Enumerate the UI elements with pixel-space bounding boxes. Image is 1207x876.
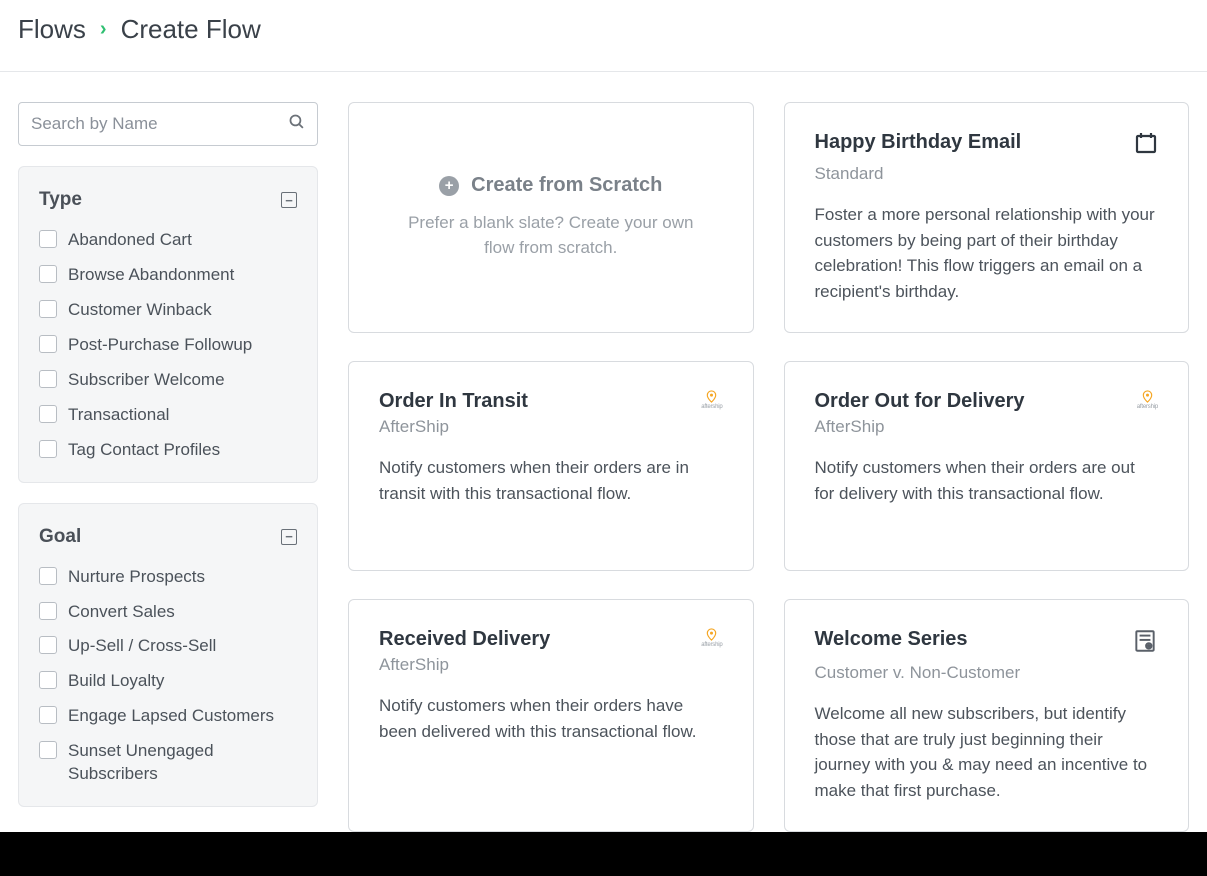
search-icon[interactable] [288, 113, 305, 135]
filter-item[interactable]: Tag Contact Profiles [39, 439, 297, 462]
scratch-title-text: Create from Scratch [471, 174, 662, 197]
document-icon [1132, 628, 1158, 659]
checkbox[interactable] [39, 636, 57, 654]
filter-header-type: Type − [39, 189, 297, 211]
filter-item[interactable]: Convert Sales [39, 601, 297, 624]
flow-template-card[interactable]: Order In Transit aftership AfterShip Notify… [348, 361, 754, 571]
card-description: Foster a more personal relationship with… [815, 202, 1159, 304]
filter-label: Nurture Prospects [68, 566, 205, 589]
plus-circle-icon: + [439, 176, 459, 196]
filter-label: Browse Abandonment [68, 264, 234, 287]
filter-item[interactable]: Customer Winback [39, 299, 297, 322]
filter-title: Type [39, 189, 82, 211]
breadcrumb: Flows › Create Flow [18, 14, 1189, 45]
filter-item[interactable]: Browse Abandonment [39, 264, 297, 287]
filter-label: Sunset Unengaged Subscribers [68, 740, 297, 786]
calendar-icon [1134, 131, 1158, 160]
checkbox[interactable] [39, 265, 57, 283]
filter-label: Subscriber Welcome [68, 369, 225, 392]
checkbox[interactable] [39, 706, 57, 724]
checkbox[interactable] [39, 300, 57, 318]
filter-item[interactable]: Sunset Unengaged Subscribers [39, 740, 297, 786]
checkbox[interactable] [39, 602, 57, 620]
filter-item[interactable]: Post-Purchase Followup [39, 334, 297, 357]
sidebar: Type − Abandoned Cart Browse Abandonment C… [18, 102, 318, 827]
card-title: Order Out for Delivery [815, 390, 1025, 413]
checkbox[interactable] [39, 671, 57, 689]
aftership-icon: aftership [1137, 390, 1158, 410]
checkbox[interactable] [39, 370, 57, 388]
chevron-right-icon: › [100, 18, 107, 41]
filter-item[interactable]: Subscriber Welcome [39, 369, 297, 392]
scratch-description: Prefer a blank slate? Create your own fl… [406, 211, 696, 260]
create-from-scratch-card[interactable]: + Create from Scratch Prefer a blank sla… [348, 102, 754, 333]
filter-label: Transactional [68, 404, 169, 427]
filter-label: Post-Purchase Followup [68, 334, 252, 357]
card-description: Welcome all new subscribers, but identif… [815, 701, 1159, 803]
filter-label: Build Loyalty [68, 670, 164, 693]
card-title: Happy Birthday Email [815, 131, 1022, 154]
filter-group-type: Type − Abandoned Cart Browse Abandonment C… [18, 166, 318, 483]
filter-title: Goal [39, 526, 81, 548]
checkbox[interactable] [39, 567, 57, 585]
flow-template-card[interactable]: Received Delivery aftership AfterShip Notif… [348, 599, 754, 832]
aftership-icon: aftership [701, 390, 722, 410]
card-subtitle: AfterShip [379, 655, 723, 675]
filter-label: Convert Sales [68, 601, 175, 624]
checkbox[interactable] [39, 335, 57, 353]
card-description: Notify customers when their orders are i… [379, 455, 723, 506]
checkbox[interactable] [39, 741, 57, 759]
page-header: Flows › Create Flow [0, 0, 1207, 72]
card-subtitle: Standard [815, 164, 1159, 184]
filter-label: Customer Winback [68, 299, 212, 322]
filter-group-goal: Goal − Nurture Prospects Convert Sales Up-… [18, 503, 318, 808]
breadcrumb-root[interactable]: Flows [18, 14, 86, 45]
filter-header-goal: Goal − [39, 526, 297, 548]
main-content: Type − Abandoned Cart Browse Abandonment C… [0, 72, 1207, 832]
filter-item[interactable]: Nurture Prospects [39, 566, 297, 589]
template-grid: + Create from Scratch Prefer a blank sla… [348, 102, 1189, 832]
card-subtitle: AfterShip [815, 417, 1159, 437]
card-subtitle: AfterShip [379, 417, 723, 437]
filter-item[interactable]: Build Loyalty [39, 670, 297, 693]
filter-item[interactable]: Engage Lapsed Customers [39, 705, 297, 728]
breadcrumb-current: Create Flow [121, 14, 261, 45]
flow-template-card[interactable]: Happy Birthday Email Standard Foster a mor… [784, 102, 1190, 333]
flow-template-card[interactable]: Welcome Series Customer v. Non-Customer We… [784, 599, 1190, 832]
filter-label: Engage Lapsed Customers [68, 705, 274, 728]
filter-item[interactable]: Abandoned Cart [39, 229, 297, 252]
card-description: Notify customers when their orders have … [379, 693, 723, 744]
card-title: Order In Transit [379, 390, 528, 413]
card-subtitle: Customer v. Non-Customer [815, 663, 1159, 683]
checkbox[interactable] [39, 230, 57, 248]
bottom-band [0, 832, 1207, 876]
filter-label: Up-Sell / Cross-Sell [68, 635, 216, 658]
search-box[interactable] [18, 102, 318, 146]
checkbox[interactable] [39, 440, 57, 458]
card-title: Welcome Series [815, 628, 968, 651]
search-input[interactable] [31, 114, 288, 134]
filter-label: Abandoned Cart [68, 229, 192, 252]
card-title: Received Delivery [379, 628, 550, 651]
filter-item[interactable]: Up-Sell / Cross-Sell [39, 635, 297, 658]
checkbox[interactable] [39, 405, 57, 423]
filter-label: Tag Contact Profiles [68, 439, 220, 462]
collapse-icon[interactable]: − [281, 529, 297, 545]
card-description: Notify customers when their orders are o… [815, 455, 1159, 506]
aftership-icon: aftership [701, 628, 722, 648]
flow-template-card[interactable]: Order Out for Delivery aftership AfterShip… [784, 361, 1190, 571]
aftership-icon: aftership [701, 390, 722, 410]
filter-item[interactable]: Transactional [39, 404, 297, 427]
aftership-icon: aftership [701, 628, 722, 648]
aftership-icon: aftership [1137, 390, 1158, 410]
collapse-icon[interactable]: − [281, 192, 297, 208]
